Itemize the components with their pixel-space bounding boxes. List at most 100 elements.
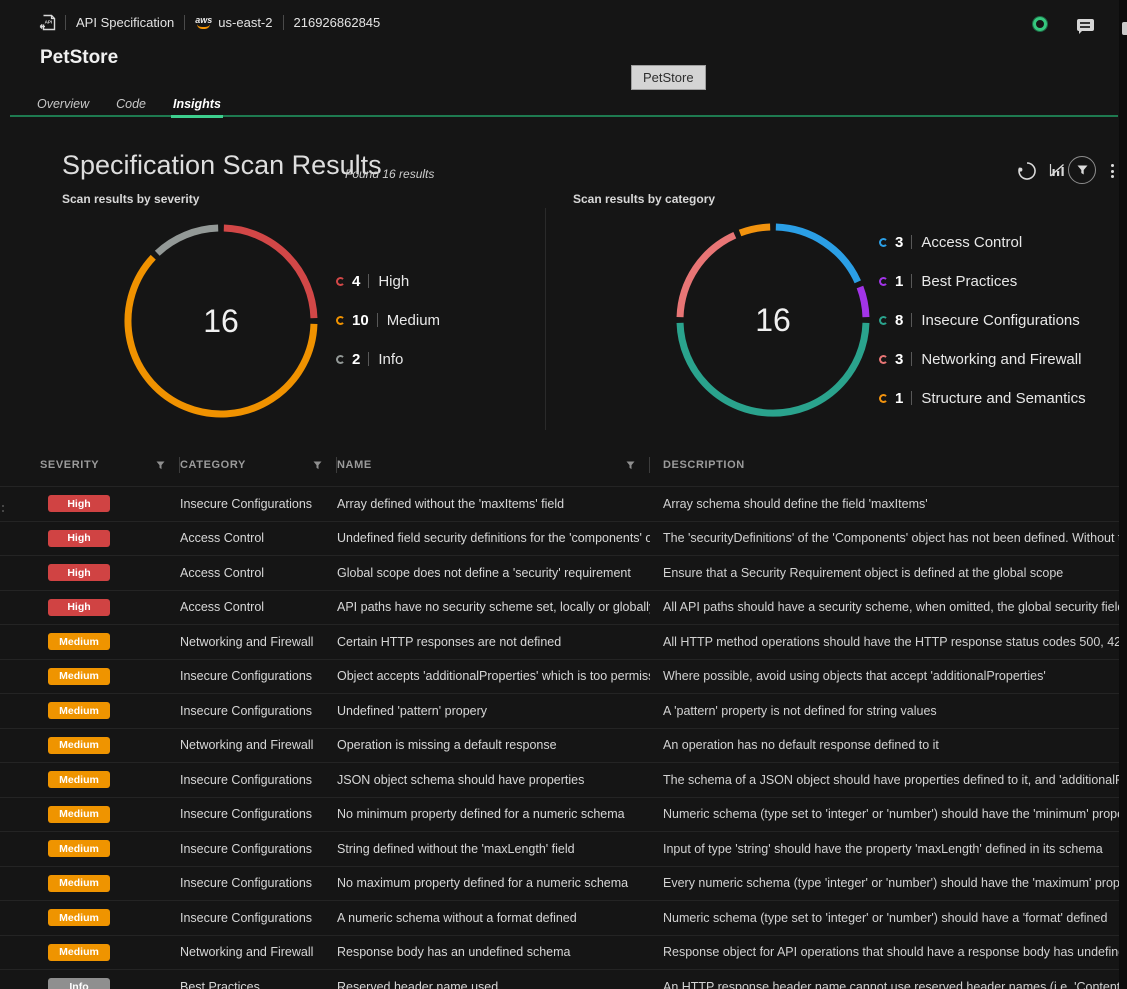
results-count: Found 16 results <box>345 167 434 181</box>
donut-segment-networking-and-firewall <box>680 235 735 317</box>
legend-item-structure-and-semantics[interactable]: 1 Structure and Semantics <box>879 385 1086 411</box>
severity-cell: Medium <box>40 909 180 926</box>
severity-cell: Medium <box>40 806 180 823</box>
legend-item-medium[interactable]: 10Medium <box>336 307 440 333</box>
filter-circle-icon[interactable] <box>1068 156 1096 184</box>
table-row[interactable]: MediumInsecure ConfigurationsNo minimum … <box>0 797 1119 832</box>
panel-title: Specification Scan Results <box>62 150 382 181</box>
category-cell: Insecure Configurations <box>180 807 337 821</box>
description-cell: An operation has no default response def… <box>650 738 1119 752</box>
category-donut-chart: 16 <box>673 220 873 420</box>
chat-bubble-icon[interactable] <box>1077 19 1094 31</box>
description-cell: All HTTP method operations should have t… <box>650 635 1119 649</box>
legend-item-insecure-configurations[interactable]: 8Insecure Configurations <box>879 307 1086 333</box>
legend-marker-icon <box>879 277 888 286</box>
tab-overview[interactable]: Overview <box>37 90 89 117</box>
table-row[interactable]: HighInsecure ConfigurationsArray defined… <box>0 486 1119 521</box>
severity-badge: High <box>48 599 110 616</box>
table-row[interactable]: Medium Networking and FirewallCertain HTT… <box>0 624 1119 659</box>
category-cell: Insecure Configurations <box>180 876 337 890</box>
category-cell: Insecure Configurations <box>180 842 337 856</box>
filter-funnel-icon[interactable] <box>156 461 165 470</box>
severity-badge: Medium <box>48 771 110 788</box>
severity-badge: Medium <box>48 702 110 719</box>
legend-item-networking-and-firewall[interactable]: 3Networking and Firewall <box>879 346 1086 372</box>
tab-insights[interactable]: Insights <box>173 90 221 117</box>
legend-label: Access Control <box>921 234 1022 251</box>
table-row[interactable]: MediumInsecure ConfigurationsJSON object… <box>0 762 1119 797</box>
severity-badge: Medium <box>48 633 110 650</box>
table-row[interactable]: MediumNetworking and FirewallOperation i… <box>0 728 1119 763</box>
legend-marker-icon <box>879 316 888 325</box>
legend-marker-icon <box>879 355 888 364</box>
severity-cell: Medium <box>40 633 180 650</box>
table-row[interactable]: MediumInsecure ConfigurationsString defi… <box>0 831 1119 866</box>
name-cell: No minimum property defined for a numeri… <box>337 807 650 821</box>
category-cell: Best Practices <box>180 980 337 989</box>
status-ring-icon[interactable] <box>1033 17 1047 31</box>
funnel-glyph <box>1077 165 1088 175</box>
legend-count: 1 <box>895 390 903 407</box>
legend-item-best-practices[interactable]: 1Best Practices <box>879 268 1086 294</box>
left-drag-grip[interactable] <box>0 498 6 518</box>
tab-code[interactable]: Code <box>116 90 146 117</box>
category-cell: Networking and Firewall <box>180 945 337 959</box>
kebab-menu-icon[interactable] <box>1106 161 1118 181</box>
chart-icon[interactable] <box>1048 161 1066 179</box>
legend-divider <box>368 274 369 288</box>
legend-item-high[interactable]: 4High <box>336 268 440 294</box>
table-row[interactable]: MediumInsecure ConfigurationsUndefined '… <box>0 693 1119 728</box>
table-row[interactable]: MediumInsecure ConfigurationsA numeric s… <box>0 900 1119 935</box>
breadcrumb-region: us-east-2 <box>218 15 272 30</box>
legend-count: 1 <box>895 273 903 290</box>
severity-cell: High <box>40 495 180 512</box>
severity-badge: Medium <box>48 668 110 685</box>
name-cell: Certain HTTP responses are not defined <box>337 635 650 649</box>
table-header: SEVERITY CATEGORY NAME DESCRIPTION <box>0 452 1119 478</box>
legend-marker-icon <box>336 316 345 325</box>
legend-label: Structure and Semantics <box>921 390 1085 407</box>
description-cell: Where possible, avoid using objects that… <box>650 669 1119 683</box>
table-row[interactable]: HighAccess ControlUndefined field securi… <box>0 521 1119 556</box>
partial-edge-icon <box>1122 22 1127 35</box>
table-row[interactable]: MediumInsecure ConfigurationsNo maximum … <box>0 866 1119 901</box>
legend-item-info[interactable]: 2Info <box>336 346 440 372</box>
right-edge-strip <box>1119 0 1127 989</box>
page-title: PetStore <box>40 47 118 69</box>
filter-funnel-icon[interactable] <box>626 461 635 470</box>
name-cell: Global scope does not define a 'security… <box>337 566 650 580</box>
donut-center-total: 16 <box>755 302 791 338</box>
column-header-name: NAME <box>337 457 650 473</box>
description-cell: Input of type 'string' should have the p… <box>650 842 1119 856</box>
table-row[interactable]: HighAccess ControlGlobal scope does not … <box>0 555 1119 590</box>
description-cell: Every numeric schema (type 'integer' or … <box>650 876 1119 890</box>
table-row[interactable]: InfoBest PracticesReserved header name u… <box>0 969 1119 989</box>
severity-legend: 4High 10Medium 2Info <box>336 268 440 385</box>
table-row[interactable]: MediumNetworking and FirewallResponse bo… <box>0 935 1119 970</box>
table-row[interactable]: MediumInsecure ConfigurationsObject acce… <box>0 659 1119 694</box>
description-cell: The schema of a JSON object should have … <box>650 773 1119 787</box>
topbar: API API Specification aws us-east-2 2169… <box>0 0 1127 44</box>
legend-label: Insecure Configurations <box>921 312 1079 329</box>
aws-logo-icon: aws <box>195 16 212 29</box>
legend-item-access-control[interactable]: 3Access Control <box>879 229 1086 255</box>
legend-divider <box>911 235 912 249</box>
severity-badge: High <box>48 564 110 581</box>
category-cell: Access Control <box>180 531 337 545</box>
severity-cell: High <box>40 599 180 616</box>
severity-cell: Medium <box>40 702 180 719</box>
legend-marker-icon <box>336 355 345 364</box>
legend-label: High <box>378 273 409 290</box>
chart-title-severity: Scan results by severity <box>62 192 199 206</box>
column-header-category: CATEGORY <box>180 457 337 473</box>
severity-donut-chart: 16 <box>121 221 321 421</box>
category-cell: Insecure Configurations <box>180 704 337 718</box>
svg-text:API: API <box>45 19 53 24</box>
legend-count: 2 <box>352 351 360 368</box>
table-row[interactable]: HighAccess ControlAPI paths have no secu… <box>0 590 1119 625</box>
severity-cell: Medium <box>40 840 180 857</box>
category-cell: Networking and Firewall <box>180 635 337 649</box>
severity-badge: Medium <box>48 875 110 892</box>
refresh-icon[interactable] <box>1016 160 1038 182</box>
filter-funnel-icon[interactable] <box>313 461 322 470</box>
